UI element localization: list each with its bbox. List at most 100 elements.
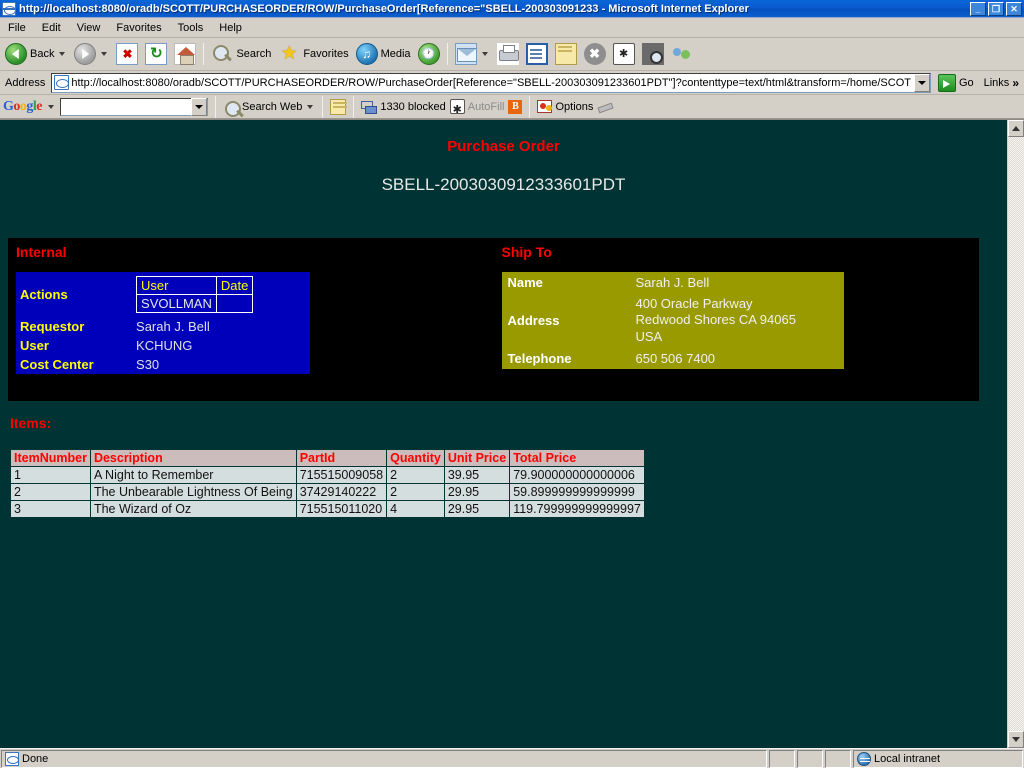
address-url-text: http://localhost:8080/oradb/SCOTT/PURCHA… bbox=[71, 77, 914, 89]
chevron-down-icon[interactable] bbox=[307, 105, 313, 109]
history-button[interactable] bbox=[415, 40, 443, 68]
google-search-web-button[interactable]: Search Web bbox=[223, 99, 315, 115]
actions-col-date: Date bbox=[216, 277, 252, 295]
cell-part-id: 715515011020 bbox=[296, 501, 386, 518]
highlight-pencil-icon[interactable] bbox=[597, 100, 613, 114]
ship-telephone-value: 650 506 7400 bbox=[630, 348, 844, 369]
google-menu-chevron-icon[interactable] bbox=[48, 105, 54, 109]
favorites-label: Favorites bbox=[303, 48, 348, 60]
menu-item-help[interactable]: Help bbox=[211, 20, 250, 36]
overflow-chevron-icon[interactable]: » bbox=[1012, 76, 1019, 90]
scroll-down-button[interactable] bbox=[1008, 731, 1024, 748]
address-line-1: 400 Oracle Parkway bbox=[636, 296, 838, 312]
actions-table: User Date SVOLLMAN bbox=[136, 276, 253, 313]
scrollbar-track[interactable] bbox=[1008, 137, 1024, 731]
mail-button[interactable] bbox=[452, 40, 493, 68]
actions-user-value: SVOLLMAN bbox=[137, 295, 217, 313]
actions-header-row: User Date bbox=[137, 277, 253, 295]
page-icon bbox=[54, 75, 69, 90]
home-button[interactable] bbox=[171, 40, 199, 68]
chevron-down-icon[interactable] bbox=[482, 52, 488, 56]
address-bar: Address http://localhost:8080/oradb/SCOT… bbox=[0, 71, 1024, 95]
user-label: User bbox=[16, 336, 132, 355]
google-news-button[interactable] bbox=[330, 99, 346, 115]
back-label: Back bbox=[30, 48, 54, 60]
cell-item-number: 2 bbox=[11, 484, 91, 501]
forward-button[interactable] bbox=[71, 40, 112, 68]
search-button[interactable]: Search bbox=[208, 40, 274, 68]
blogger-icon[interactable]: B bbox=[508, 100, 522, 114]
purchase-order-page: Purchase Order SBELL-2003030912333601PDT… bbox=[0, 120, 1007, 748]
col-part-id: PartId bbox=[296, 450, 386, 467]
edit-page-icon bbox=[526, 43, 548, 65]
back-arrow-icon bbox=[5, 43, 27, 65]
people-button[interactable] bbox=[668, 40, 696, 68]
messenger-x-icon bbox=[584, 43, 606, 65]
print-button[interactable] bbox=[494, 40, 522, 68]
table-row: 3 The Wizard of Oz 715515011020 4 29.95 … bbox=[11, 501, 645, 518]
device-button[interactable] bbox=[610, 40, 638, 68]
internal-requestor-row: Requestor Sarah J. Bell bbox=[16, 317, 310, 336]
vertical-scrollbar[interactable] bbox=[1007, 120, 1024, 748]
toolbar-divider bbox=[203, 43, 204, 65]
google-divider bbox=[529, 96, 530, 118]
menu-bar: File Edit View Favorites Tools Help bbox=[0, 18, 1024, 38]
links-button[interactable]: Links » bbox=[981, 76, 1022, 90]
menu-item-tools[interactable]: Tools bbox=[170, 20, 212, 36]
media-button[interactable]: Media bbox=[353, 40, 414, 68]
menu-item-edit[interactable]: Edit bbox=[34, 20, 69, 36]
google-search-dropdown-button[interactable] bbox=[191, 98, 207, 116]
refresh-button[interactable] bbox=[142, 40, 170, 68]
go-button[interactable]: Go bbox=[934, 74, 978, 92]
chevron-down-icon[interactable] bbox=[59, 52, 65, 56]
autofill-label: AutoFill bbox=[468, 101, 505, 113]
google-divider bbox=[322, 96, 323, 118]
ship-to-address-row: Address 400 Oracle Parkway Redwood Shore… bbox=[502, 293, 844, 348]
cost-center-label: Cost Center bbox=[16, 355, 132, 374]
address-input[interactable]: http://localhost:8080/oradb/SCOTT/PURCHA… bbox=[51, 73, 931, 93]
minimize-button[interactable]: _ bbox=[970, 2, 986, 16]
printer-icon bbox=[497, 43, 519, 65]
google-toolbar: Google Search Web 1330 blocked AutoFill … bbox=[0, 95, 1024, 119]
requestor-value: Sarah J. Bell bbox=[132, 317, 310, 336]
favorites-button[interactable]: Favorites bbox=[275, 40, 351, 68]
ship-name-label: Name bbox=[502, 272, 630, 293]
google-logo: Google bbox=[3, 99, 42, 115]
items-header-row: ItemNumber Description PartId Quantity U… bbox=[11, 450, 645, 467]
research-button[interactable] bbox=[639, 40, 667, 68]
page-title: Purchase Order bbox=[0, 120, 1007, 155]
internal-actions-row: Actions User Date SVOLLMAN bbox=[16, 272, 310, 317]
status-bar: Done Local intranet bbox=[0, 748, 1024, 768]
messenger-button[interactable] bbox=[581, 40, 609, 68]
restore-button[interactable]: ❐ bbox=[988, 2, 1004, 16]
menu-item-view[interactable]: View bbox=[69, 20, 109, 36]
menu-item-favorites[interactable]: Favorites bbox=[108, 20, 169, 36]
edit-button[interactable] bbox=[523, 40, 551, 68]
google-autofill-button: AutoFill bbox=[450, 99, 505, 114]
ship-to-section: Ship To Name Sarah J. Bell Address 400 O… bbox=[494, 238, 980, 401]
ship-to-name-row: Name Sarah J. Bell bbox=[502, 272, 844, 293]
user-value: KCHUNG bbox=[132, 336, 310, 355]
scroll-up-button[interactable] bbox=[1008, 120, 1024, 137]
actions-data-row: SVOLLMAN bbox=[137, 295, 253, 313]
back-button[interactable]: Back bbox=[2, 40, 70, 68]
home-icon bbox=[174, 43, 196, 65]
internal-costcenter-row: Cost Center S30 bbox=[16, 355, 310, 374]
discuss-button[interactable] bbox=[552, 40, 580, 68]
google-popup-blocker-button[interactable]: 1330 blocked bbox=[361, 100, 445, 114]
google-divider bbox=[353, 96, 354, 118]
popup-blocker-icon bbox=[361, 100, 377, 114]
internal-heading: Internal bbox=[16, 244, 494, 260]
stop-button[interactable] bbox=[113, 40, 141, 68]
google-options-button[interactable]: Options bbox=[537, 100, 593, 113]
window-title: http://localhost:8080/oradb/SCOTT/PURCHA… bbox=[19, 3, 970, 15]
menu-item-file[interactable]: File bbox=[0, 20, 34, 36]
google-search-icon bbox=[223, 99, 239, 115]
close-button[interactable]: ✕ bbox=[1006, 2, 1022, 16]
google-search-input[interactable] bbox=[60, 98, 208, 116]
actions-date-value bbox=[216, 295, 252, 313]
cell-total-price: 59.899999999999999 bbox=[510, 484, 645, 501]
address-dropdown-button[interactable] bbox=[914, 74, 930, 92]
toolbar-divider bbox=[447, 43, 448, 65]
chevron-down-icon[interactable] bbox=[101, 52, 107, 56]
